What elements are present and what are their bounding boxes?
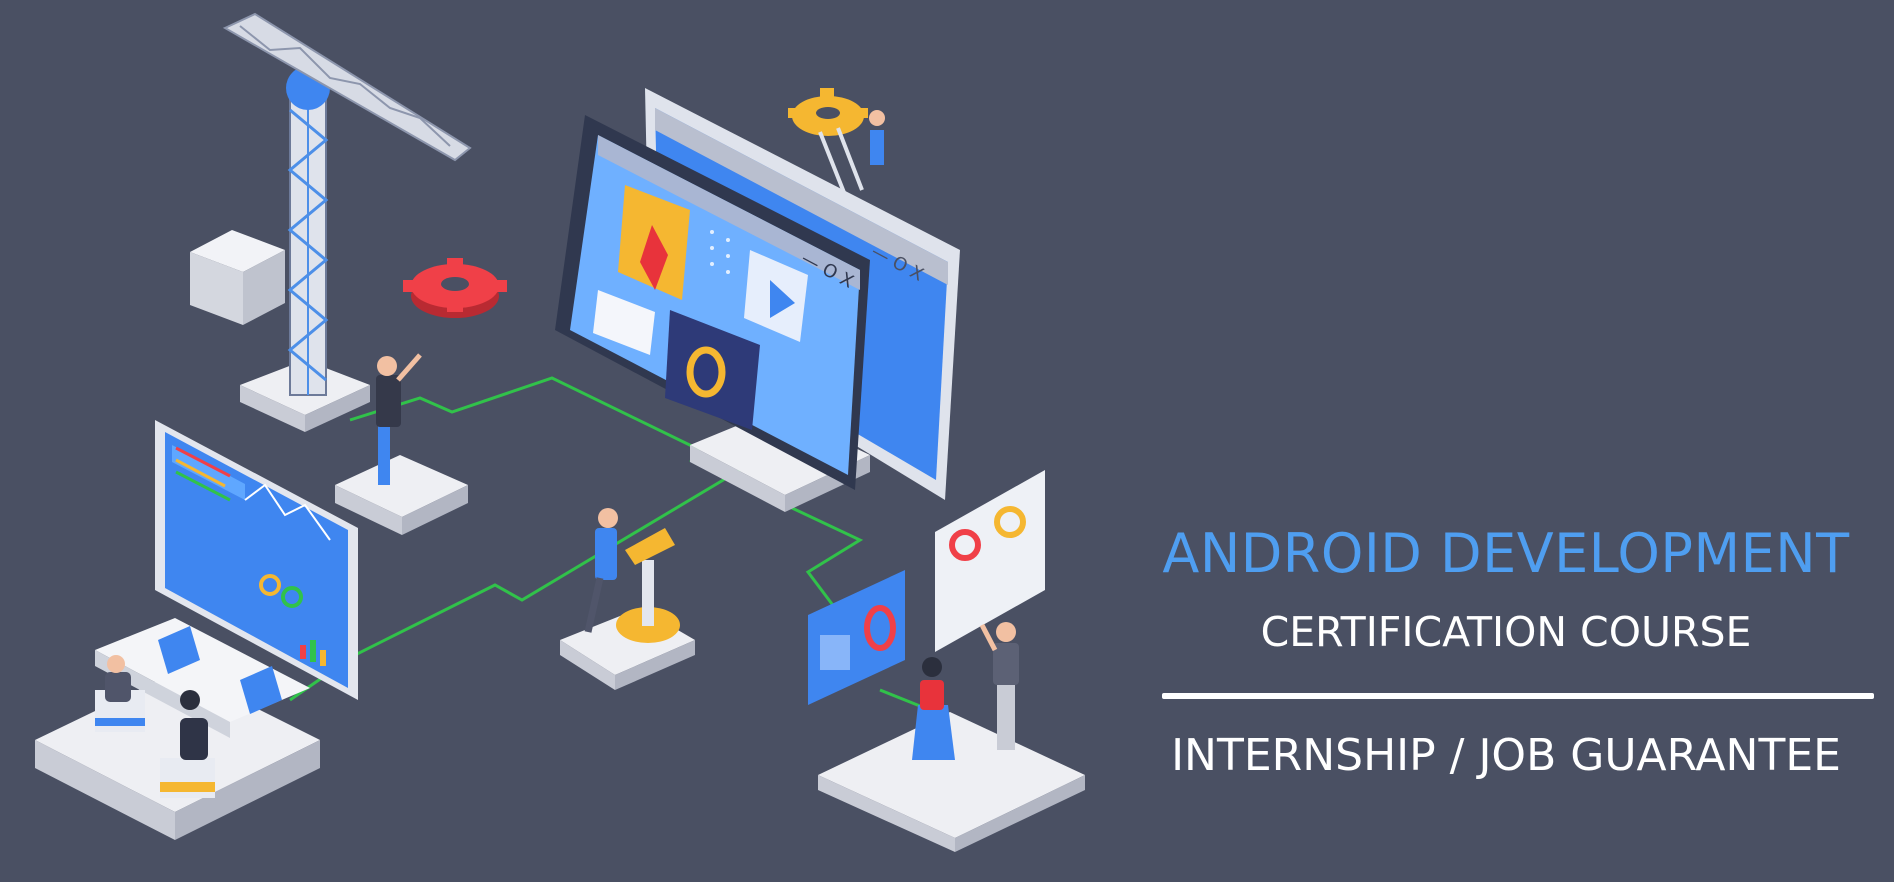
headline: ANDROID DEVELOPMENT xyxy=(1162,522,1850,585)
divider-line xyxy=(1162,693,1874,699)
tagline: INTERNSHIP / JOB GUARANTEE xyxy=(1171,730,1841,781)
course-banner: — O X — O X ANDROID DEVELOPMENT CERTIFIC… xyxy=(0,0,1894,882)
subheadline: CERTIFICATION COURSE xyxy=(1260,608,1752,656)
